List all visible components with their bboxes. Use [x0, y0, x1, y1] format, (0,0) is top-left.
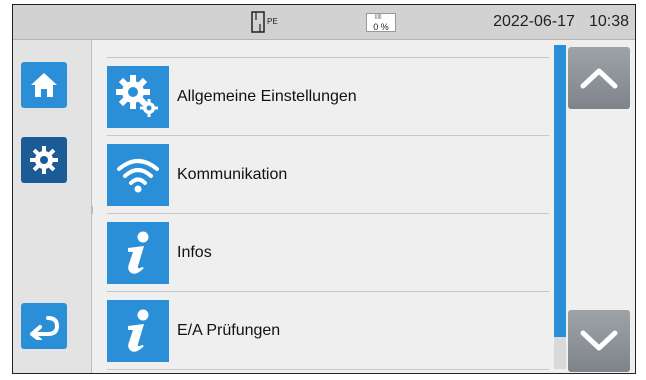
plug-icon	[251, 11, 265, 33]
plug-indicator: PE	[251, 11, 291, 35]
menu-item-icon-tile	[107, 299, 169, 362]
back-button[interactable]	[21, 303, 67, 349]
menu-item-label: Allgemeine Einstellungen	[177, 87, 357, 105]
plug-pe-label: PE	[267, 17, 278, 26]
home-icon	[31, 73, 57, 97]
menu-item-general-settings[interactable]: Allgemeine Einstellungen	[107, 58, 549, 136]
settings-menu-list: Allgemeine Einstellungen Kommunikation I…	[107, 57, 549, 370]
gear-icon	[30, 146, 58, 174]
menu-item-label: Kommunikation	[177, 165, 288, 183]
menu-item-icon-tile	[107, 221, 169, 284]
back-arrow-icon	[30, 316, 60, 340]
chevron-down-icon	[580, 330, 618, 351]
scroll-down-button[interactable]	[568, 310, 630, 372]
battery-percent: 0 %	[373, 22, 389, 32]
menu-item-icon-tile	[107, 143, 169, 206]
chevron-up-icon	[580, 68, 618, 89]
menu-item-label: E/A Prüfungen	[177, 321, 281, 339]
scrollbar-thumb[interactable]	[554, 45, 566, 337]
status-bar: PE ||||| 0 % 2022-06-17 10:38	[13, 5, 635, 40]
info-icon	[128, 231, 149, 274]
home-button[interactable]	[21, 62, 67, 108]
gears-icon	[116, 74, 158, 117]
battery-indicator: ||||| 0 %	[366, 13, 396, 32]
menu-item-icon-tile	[107, 65, 169, 128]
info-icon	[128, 309, 149, 352]
scroll-up-button[interactable]	[568, 47, 630, 109]
device-screen: PE ||||| 0 % 2022-06-17 10:38 Allgemeine…	[12, 4, 636, 374]
menu-item-label: Infos	[177, 243, 212, 261]
wifi-icon	[117, 158, 159, 192]
settings-button[interactable]	[21, 137, 67, 183]
menu-item-infos[interactable]: Infos	[107, 214, 549, 292]
left-nav	[13, 40, 92, 373]
date-time: 2022-06-17 10:38	[493, 13, 629, 31]
menu-item-communication[interactable]: Kommunikation	[107, 136, 549, 214]
time-text: 10:38	[588, 13, 629, 30]
battery-ticks-icon: |||||	[375, 14, 382, 20]
divider-handle	[91, 206, 93, 214]
scrollbar[interactable]	[554, 45, 566, 369]
date-text: 2022-06-17	[493, 13, 575, 30]
menu-item-io-tests[interactable]: E/A Prüfungen	[107, 292, 549, 370]
